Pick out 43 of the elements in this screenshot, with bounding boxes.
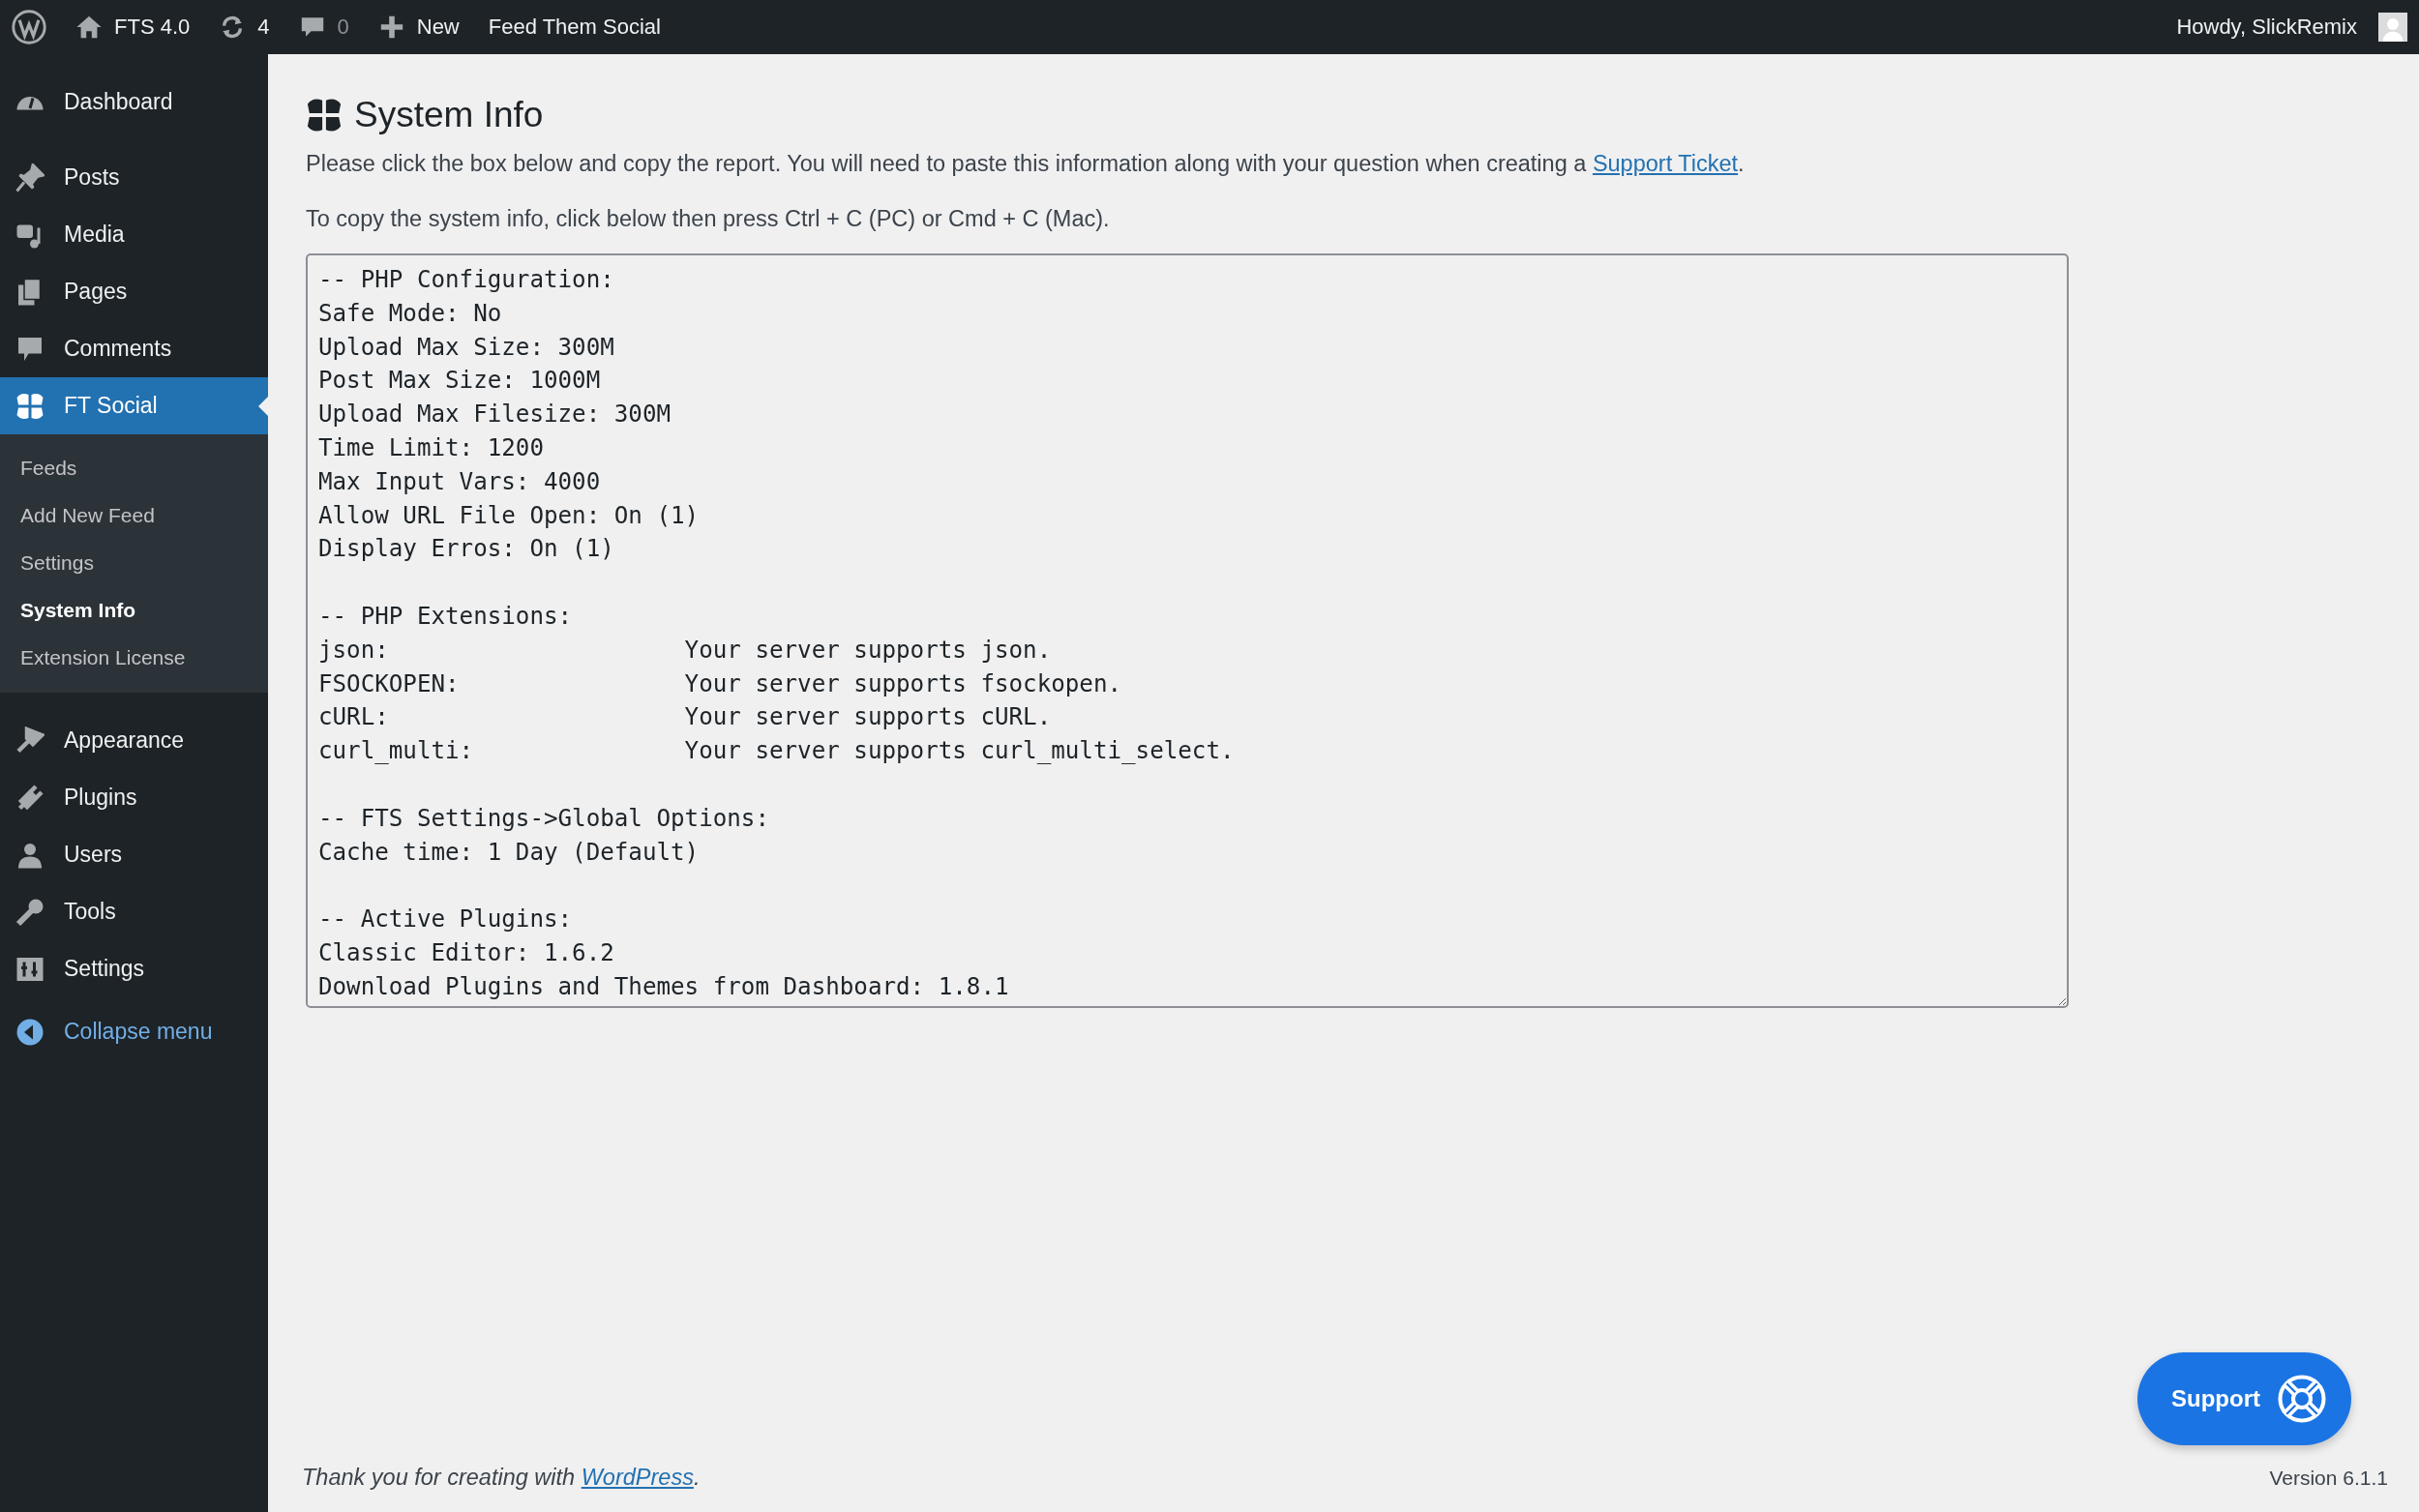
copy-hint: To copy the system info, click below then press Ctrl + C (PC) or Cmd + C (Mac). (306, 206, 1111, 232)
updates-link[interactable]: 4 (219, 14, 270, 41)
menu-item[interactable]: Plugins (0, 769, 268, 826)
home-icon (75, 14, 103, 41)
clover-icon (15, 391, 45, 421)
pin-icon (15, 163, 45, 193)
menu-item[interactable]: Appearance (0, 712, 268, 769)
wrench-icon (15, 897, 45, 927)
submenu-item[interactable]: Settings (0, 539, 268, 586)
wordpress-logo-icon[interactable] (12, 10, 46, 44)
site-link[interactable]: FTS 4.0 (75, 14, 191, 41)
collapse-menu-button[interactable]: Collapse menu (0, 1003, 268, 1060)
menu-item[interactable]: Dashboard (0, 74, 268, 131)
new-link[interactable]: New (377, 14, 460, 41)
plugin-link[interactable]: Feed Them Social (488, 15, 661, 40)
version-text: Version 6.1.1 (2269, 1466, 2388, 1490)
brush-icon (15, 726, 45, 756)
submenu-item[interactable]: Add New Feed (0, 491, 268, 539)
system-info-textarea[interactable]: -- PHP Configuration: Safe Mode: No Upload Max Size: 300M Post Max Size: 1000M Upload Max Filesize: 300M Time Limit: 1200 Max Input Vars: 4000 Allow URL File Open: On (1) Display Erros: On (1) -- PHP Extensions: json: Your server supports json. FSOCKOPEN: Your server supports fsockopen. cURL: Your server supports cURL. curl_multi: Your server supports curl_multi_select. -- FTS Settings->Global Options: Cache time: 1 Day (Default) -- Active Plugins: Classic Editor: 1.6.2 Download Plugins and Themes from Dashboard: 1.8.1 (306, 253, 2069, 1008)
menu-item[interactable]: Posts (0, 149, 268, 206)
submenu-item[interactable]: Feeds (0, 444, 268, 491)
menu-item[interactable]: Media (0, 206, 268, 263)
menu-item[interactable]: Pages (0, 263, 268, 320)
page-title: System Info (306, 95, 2390, 135)
footer-text: Thank you for creating with WordPress. (302, 1465, 701, 1491)
support-button[interactable]: Support (2137, 1352, 2351, 1445)
menu-item[interactable]: FT Social (0, 377, 268, 434)
avatar-icon (2378, 13, 2407, 42)
collapse-icon (15, 1017, 45, 1047)
intro-text: Please click the box below and copy the report. You will need to paste this information along with your question when creating a Support Ticket. (306, 151, 1746, 177)
comments-link[interactable]: 0 (298, 14, 349, 41)
support-ticket-link[interactable]: Support Ticket (1592, 151, 1739, 176)
account-link[interactable]: Howdy, SlickRemix (2176, 13, 2407, 42)
lifebuoy-icon (2276, 1373, 2328, 1425)
menu-item[interactable]: Settings (0, 940, 268, 997)
submenu-item[interactable]: System Info (0, 586, 268, 634)
clover-icon (306, 97, 343, 133)
menu-item[interactable]: Users (0, 826, 268, 883)
wordpress-link[interactable]: WordPress (581, 1465, 694, 1490)
submenu-item[interactable]: Extension License (0, 634, 268, 681)
plug-icon (15, 783, 45, 813)
menu-item[interactable]: Tools (0, 883, 268, 940)
menu-item[interactable]: Comments (0, 320, 268, 377)
